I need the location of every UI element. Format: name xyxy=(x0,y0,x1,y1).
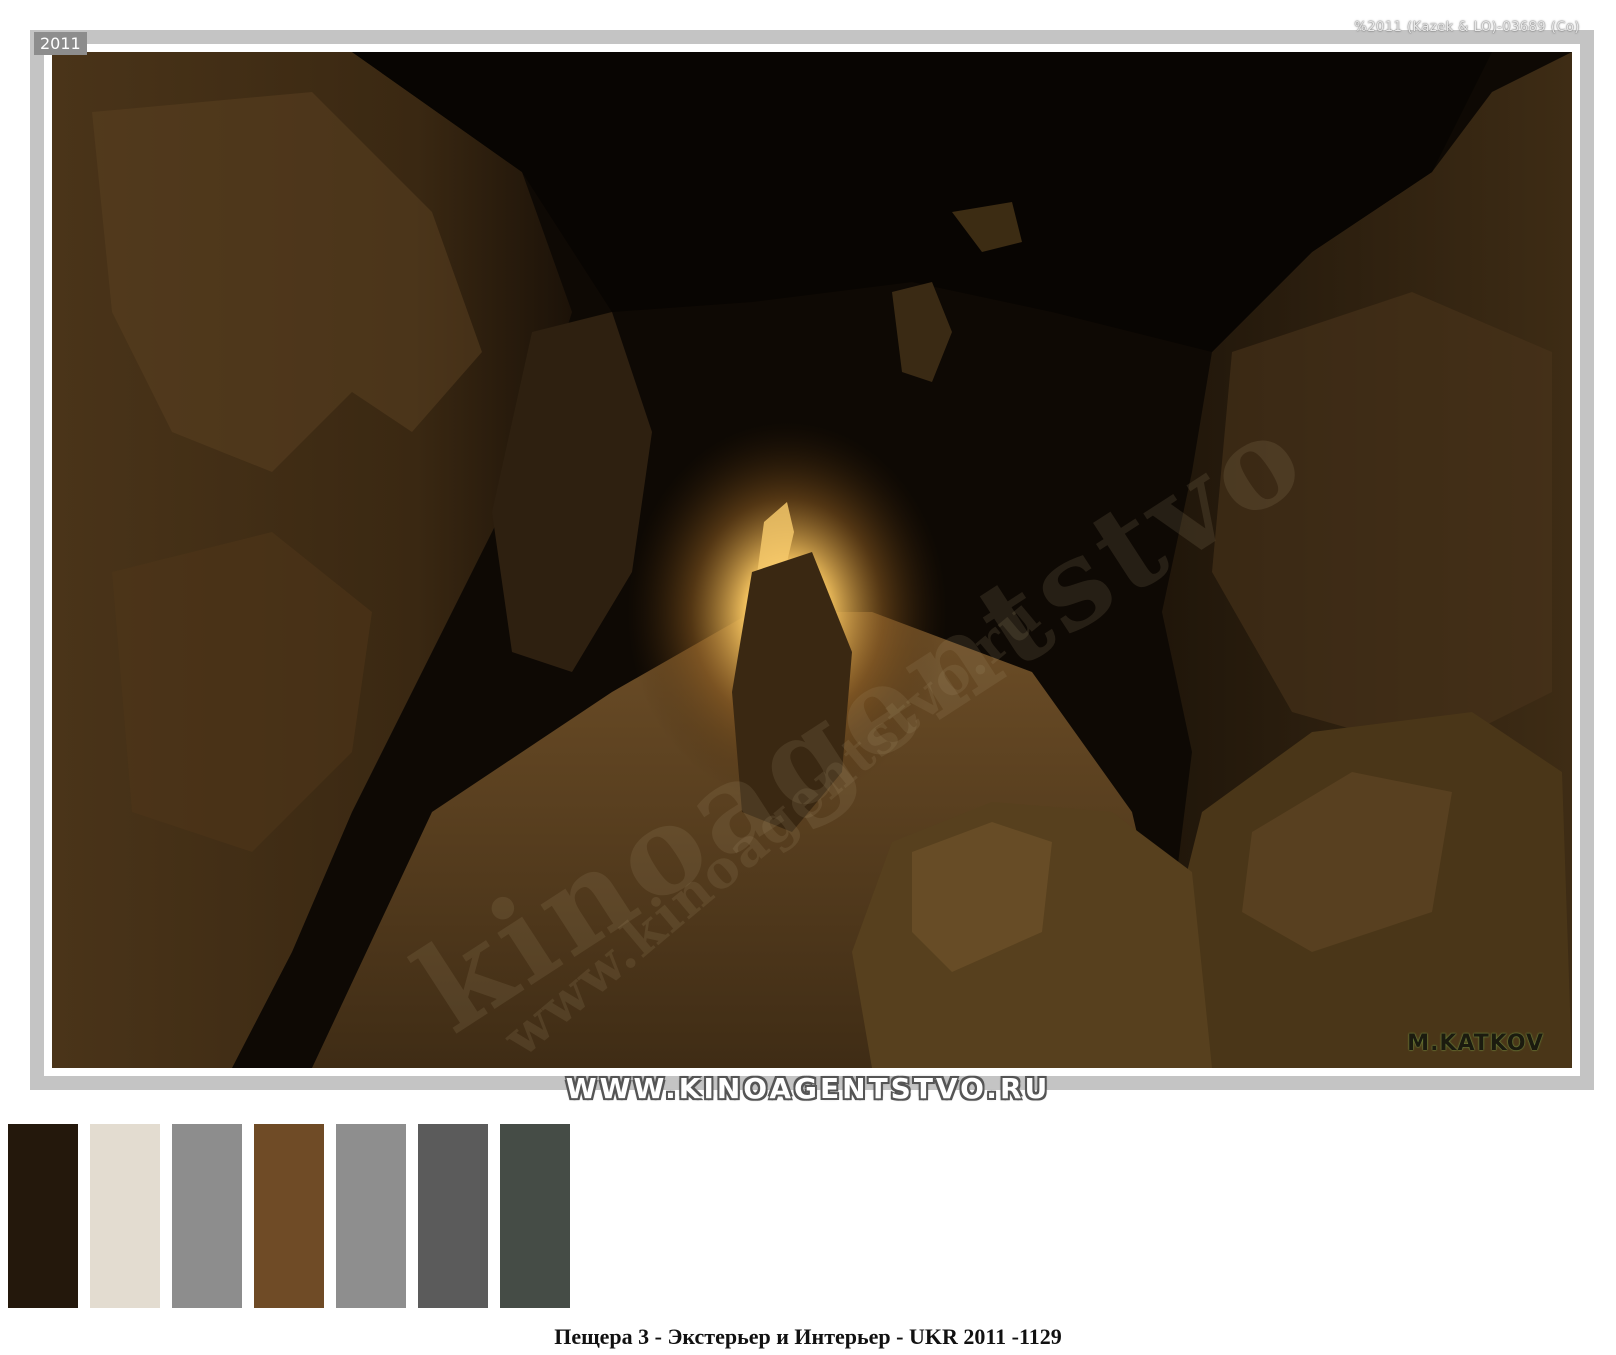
site-banner: WWW.KINOAGENTSTVO.RU xyxy=(565,1072,1051,1105)
photo-mat: kinoagentstvo www.kinoagentstvo.ru M.KAT… xyxy=(44,44,1580,1076)
year-tag: 2011 xyxy=(34,32,87,55)
palette-swatch xyxy=(8,1124,78,1308)
copyright-text: %2011 (Kazek & LO)-03689 (Co) xyxy=(1354,20,1580,35)
palette-swatch xyxy=(418,1124,488,1308)
image-caption: Пещера 3 - Экстерьер и Интерьер - UKR 20… xyxy=(554,1324,1062,1349)
color-palette xyxy=(8,1124,570,1308)
author-mark: M.KATKOV xyxy=(1407,1031,1544,1056)
cave-photo: kinoagentstvo www.kinoagentstvo.ru M.KAT… xyxy=(52,52,1572,1068)
cave-illustration xyxy=(52,52,1572,1068)
palette-swatch xyxy=(336,1124,406,1308)
palette-swatch xyxy=(90,1124,160,1308)
palette-swatch xyxy=(500,1124,570,1308)
palette-swatch xyxy=(172,1124,242,1308)
photo-frame: kinoagentstvo www.kinoagentstvo.ru M.KAT… xyxy=(30,30,1594,1090)
palette-swatch xyxy=(254,1124,324,1308)
